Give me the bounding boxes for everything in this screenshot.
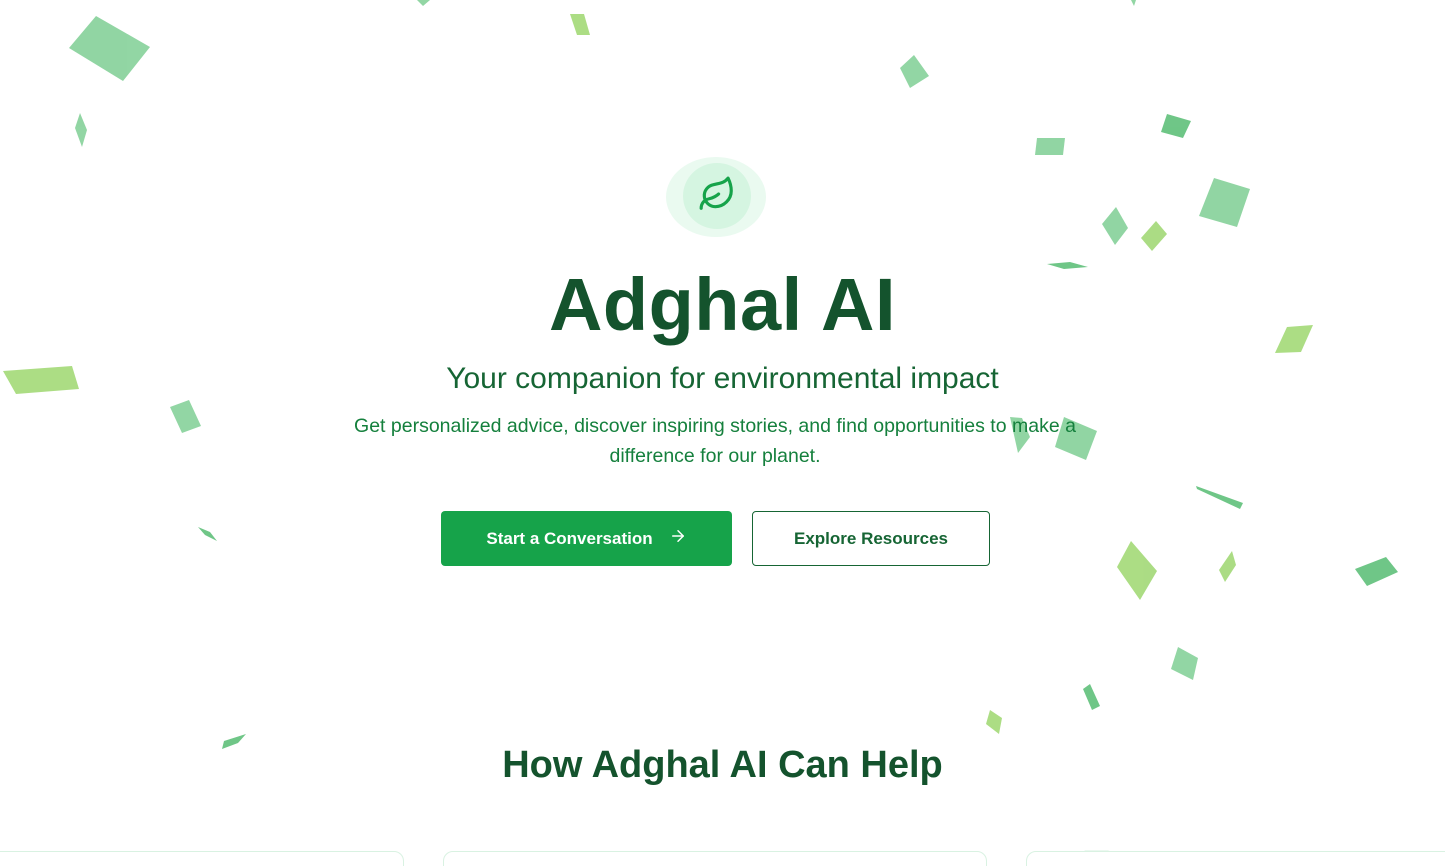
landing-page: Adghal AI Your companion for environment… [0, 0, 1445, 866]
explore-resources-label: Explore Resources [793, 528, 948, 548]
feature-card[interactable] [1026, 851, 1445, 866]
logo-badge [666, 157, 766, 237]
page-subtitle: Your companion for environmental impact [446, 362, 999, 395]
arrow-right-icon [669, 527, 687, 550]
explore-resources-button[interactable]: Explore Resources [752, 511, 990, 566]
features-title: How Adghal AI Can Help [502, 744, 943, 786]
start-conversation-label: Start a Conversation [486, 528, 653, 548]
feature-card[interactable] [443, 851, 987, 866]
leaf-icon [698, 175, 736, 218]
feature-card[interactable] [0, 851, 404, 866]
logo-badge-inner [683, 163, 751, 229]
page-title: Adghal AI [548, 263, 897, 346]
start-conversation-button[interactable]: Start a Conversation [441, 511, 732, 566]
page-description: Get personalized advice, discover inspir… [354, 415, 1076, 467]
